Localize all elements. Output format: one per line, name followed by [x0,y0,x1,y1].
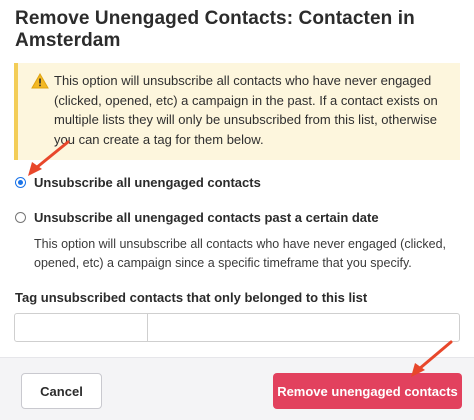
radio-unsubscribe-past-date[interactable] [15,212,26,223]
annotation-arrow-icon [411,340,453,377]
tag-label: Tag unsubscribed contacts that only belo… [15,290,368,305]
tag-input[interactable] [15,314,148,341]
option-description: This option will unsubscribe all contact… [34,237,447,270]
cancel-button[interactable]: Cancel [21,373,102,409]
option-unsubscribe-past-date[interactable]: Unsubscribe all unengaged contacts past … [15,210,379,225]
tag-field[interactable] [14,313,460,342]
modal-title: Remove Unengaged Contacts: Contacten in … [15,8,415,51]
warning-icon [31,73,49,89]
warning-banner: This option will unsubscribe all contact… [14,63,460,160]
annotation-arrow-icon [28,140,70,176]
warning-text: This option will unsubscribe all contact… [54,73,438,147]
option-label[interactable]: Unsubscribe all unengaged contacts past … [34,210,379,225]
